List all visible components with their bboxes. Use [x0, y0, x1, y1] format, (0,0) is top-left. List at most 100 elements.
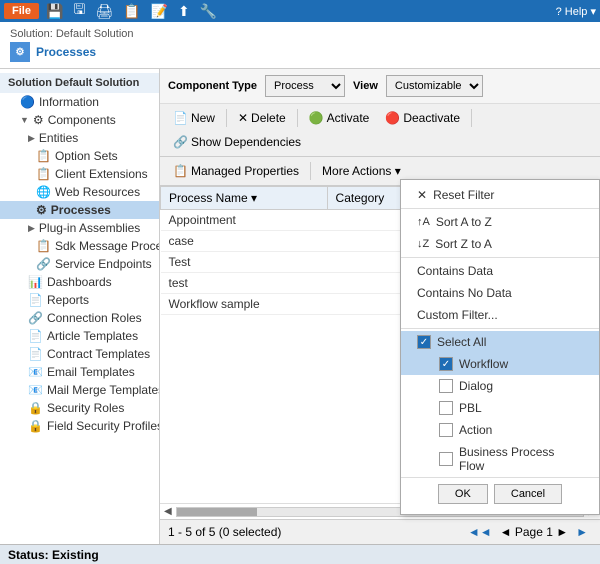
select-all-label: Select All: [437, 335, 486, 349]
row-name-4: Workflow sample: [161, 294, 328, 315]
print-icon[interactable]: 🖨: [92, 2, 116, 21]
sidebar-item-security-roles[interactable]: 🔒 Security Roles: [0, 399, 159, 417]
contains-no-data-item[interactable]: Contains No Data: [401, 282, 599, 304]
page-navigation: ◄◄ ◄ Page 1 ► ►: [464, 524, 592, 540]
solution-subtitle: Solution: Default Solution: [10, 28, 590, 40]
sort-za-icon: ↓Z: [417, 238, 429, 250]
deactivate-button[interactable]: 🔴 Deactivate: [378, 107, 467, 129]
service-icon: 🔗: [36, 257, 51, 271]
dropdown-sep-3: [401, 328, 599, 329]
sidebar-item-entities[interactable]: ▶ Entities: [0, 129, 159, 147]
bpf-checkbox[interactable]: [439, 452, 453, 466]
sidebar-label-dashboards: Dashboards: [47, 275, 112, 289]
connection-icon: 🔗: [28, 311, 43, 325]
sidebar-label-connection: Connection Roles: [47, 311, 142, 325]
sidebar-label-information: Information: [39, 95, 99, 109]
managed-properties-button[interactable]: 📋 Managed Properties: [166, 160, 306, 182]
sidebar-item-client-extensions[interactable]: 📋 Client Extensions: [0, 165, 159, 183]
sidebar-item-components[interactable]: ▼ ⚙ Components: [0, 111, 159, 129]
sidebar-item-reports[interactable]: 📄 Reports: [0, 291, 159, 309]
save-icon[interactable]: 💾: [43, 2, 66, 21]
last-page-button[interactable]: ►: [572, 524, 592, 540]
custom-filter-item[interactable]: Custom Filter...: [401, 304, 599, 326]
sidebar-item-field-security[interactable]: 🔒 Field Security Profiles: [0, 417, 159, 435]
sidebar-item-article-templates[interactable]: 📄 Article Templates: [0, 327, 159, 345]
sidebar-item-option-sets[interactable]: 📋 Option Sets: [0, 147, 159, 165]
action-item[interactable]: Action: [401, 419, 599, 441]
sidebar-header: Solution Default Solution: [0, 73, 159, 93]
separator-3: [471, 109, 472, 127]
sidebar-item-service-endpoints[interactable]: 🔗 Service Endpoints: [0, 255, 159, 273]
delete-button[interactable]: ✕ Delete: [231, 107, 293, 129]
col-process-name[interactable]: Process Name ▾: [161, 187, 328, 210]
sidebar-item-mail-merge[interactable]: 📧 Mail Merge Templates: [0, 381, 159, 399]
category-dropdown: ✕ Reset Filter ↑A Sort A to Z ↓Z Sort Z …: [400, 179, 600, 515]
save2-icon[interactable]: 🖫: [70, 0, 88, 24]
workflow-item[interactable]: ✓ Workflow: [401, 353, 599, 375]
tool2-icon[interactable]: 📝: [148, 2, 171, 21]
file-button[interactable]: File: [4, 3, 39, 19]
workflow-label: Workflow: [459, 357, 508, 371]
sidebar-item-web-resources[interactable]: 🌐 Web Resources: [0, 183, 159, 201]
sidebar-label-article: Article Templates: [47, 329, 138, 343]
show-dependencies-button[interactable]: 🔗 Show Dependencies: [166, 131, 308, 153]
select-all-item[interactable]: ✓ Select All: [401, 331, 599, 353]
action-label: Action: [459, 423, 492, 437]
pbl-item[interactable]: PBL: [401, 397, 599, 419]
ok-button[interactable]: OK: [438, 484, 488, 504]
first-page-button[interactable]: ◄◄: [464, 524, 496, 540]
action-checkbox[interactable]: [439, 423, 453, 437]
contains-data-item[interactable]: Contains Data: [401, 260, 599, 282]
new-button[interactable]: 📄 New: [166, 107, 222, 129]
deactivate-icon: 🔴: [385, 111, 400, 125]
bpf-item[interactable]: Business Process Flow: [401, 441, 599, 477]
article-icon: 📄: [28, 329, 43, 343]
sidebar-item-connection-roles[interactable]: 🔗 Connection Roles: [0, 309, 159, 327]
status-bar: Status: Existing: [0, 544, 600, 564]
sidebar-label-reports: Reports: [47, 293, 89, 307]
sidebar-label-processes: Processes: [51, 203, 111, 217]
sort-za-item[interactable]: ↓Z Sort Z to A: [401, 233, 599, 255]
help-button[interactable]: ? Help ▾: [556, 5, 596, 18]
scroll-thumb: [177, 508, 257, 516]
sidebar-label-service: Service Endpoints: [55, 257, 152, 271]
row-name-0: Appointment: [161, 210, 328, 231]
sort-az-label: Sort A to Z: [436, 215, 492, 229]
content-area: Component Type Process View Customizable…: [160, 69, 600, 544]
dialog-item[interactable]: Dialog: [401, 375, 599, 397]
sidebar-item-plugin-assemblies[interactable]: ▶ Plug-in Assemblies: [0, 219, 159, 237]
tool3-icon[interactable]: ⬆: [175, 2, 193, 21]
workflow-checkbox[interactable]: ✓: [439, 357, 453, 371]
dialog-label: Dialog: [459, 379, 493, 393]
tool1-icon[interactable]: 📋: [120, 2, 143, 21]
custom-filter-label: Custom Filter...: [417, 308, 498, 322]
dialog-checkbox[interactable]: [439, 379, 453, 393]
scroll-left-button[interactable]: ◀: [164, 506, 172, 517]
solution-title-main: ⚙ Processes: [10, 42, 590, 62]
solution-icon: ⚙: [10, 42, 30, 62]
component-type-select[interactable]: Process: [265, 75, 345, 97]
sidebar-label-sdk: Sdk Message Processi...: [55, 239, 160, 253]
more-actions-button[interactable]: More Actions ▾: [315, 160, 408, 182]
web-resources-icon: 🌐: [36, 185, 51, 199]
sidebar-item-dashboards[interactable]: 📊 Dashboards: [0, 273, 159, 291]
plugin-expand-icon: ▶: [28, 223, 35, 234]
activate-button[interactable]: 🟢 Activate: [302, 107, 377, 129]
cancel-button[interactable]: Cancel: [494, 484, 562, 504]
components-expand-icon: ▼: [20, 115, 29, 125]
contains-data-label: Contains Data: [417, 264, 493, 278]
reset-filter-label: Reset Filter: [433, 188, 494, 202]
select-all-checkbox[interactable]: ✓: [417, 335, 431, 349]
tool4-icon[interactable]: 🔧: [197, 2, 220, 21]
sidebar-label-web-resources: Web Resources: [55, 185, 140, 199]
sidebar-item-email-templates[interactable]: 📧 Email Templates: [0, 363, 159, 381]
sort-az-item[interactable]: ↑A Sort A to Z: [401, 211, 599, 233]
pbl-checkbox[interactable]: [439, 401, 453, 415]
view-select[interactable]: Customizable: [386, 75, 483, 97]
sidebar-item-sdk-message[interactable]: 📋 Sdk Message Processi...: [0, 237, 159, 255]
sidebar-item-information[interactable]: 🔵 Information: [0, 93, 159, 111]
reset-filter-item[interactable]: ✕ Reset Filter: [401, 184, 599, 206]
dropdown-footer: OK Cancel: [401, 477, 599, 510]
sidebar-item-contract-templates[interactable]: 📄 Contract Templates: [0, 345, 159, 363]
sidebar-item-processes[interactable]: ⚙ Processes: [0, 201, 159, 219]
